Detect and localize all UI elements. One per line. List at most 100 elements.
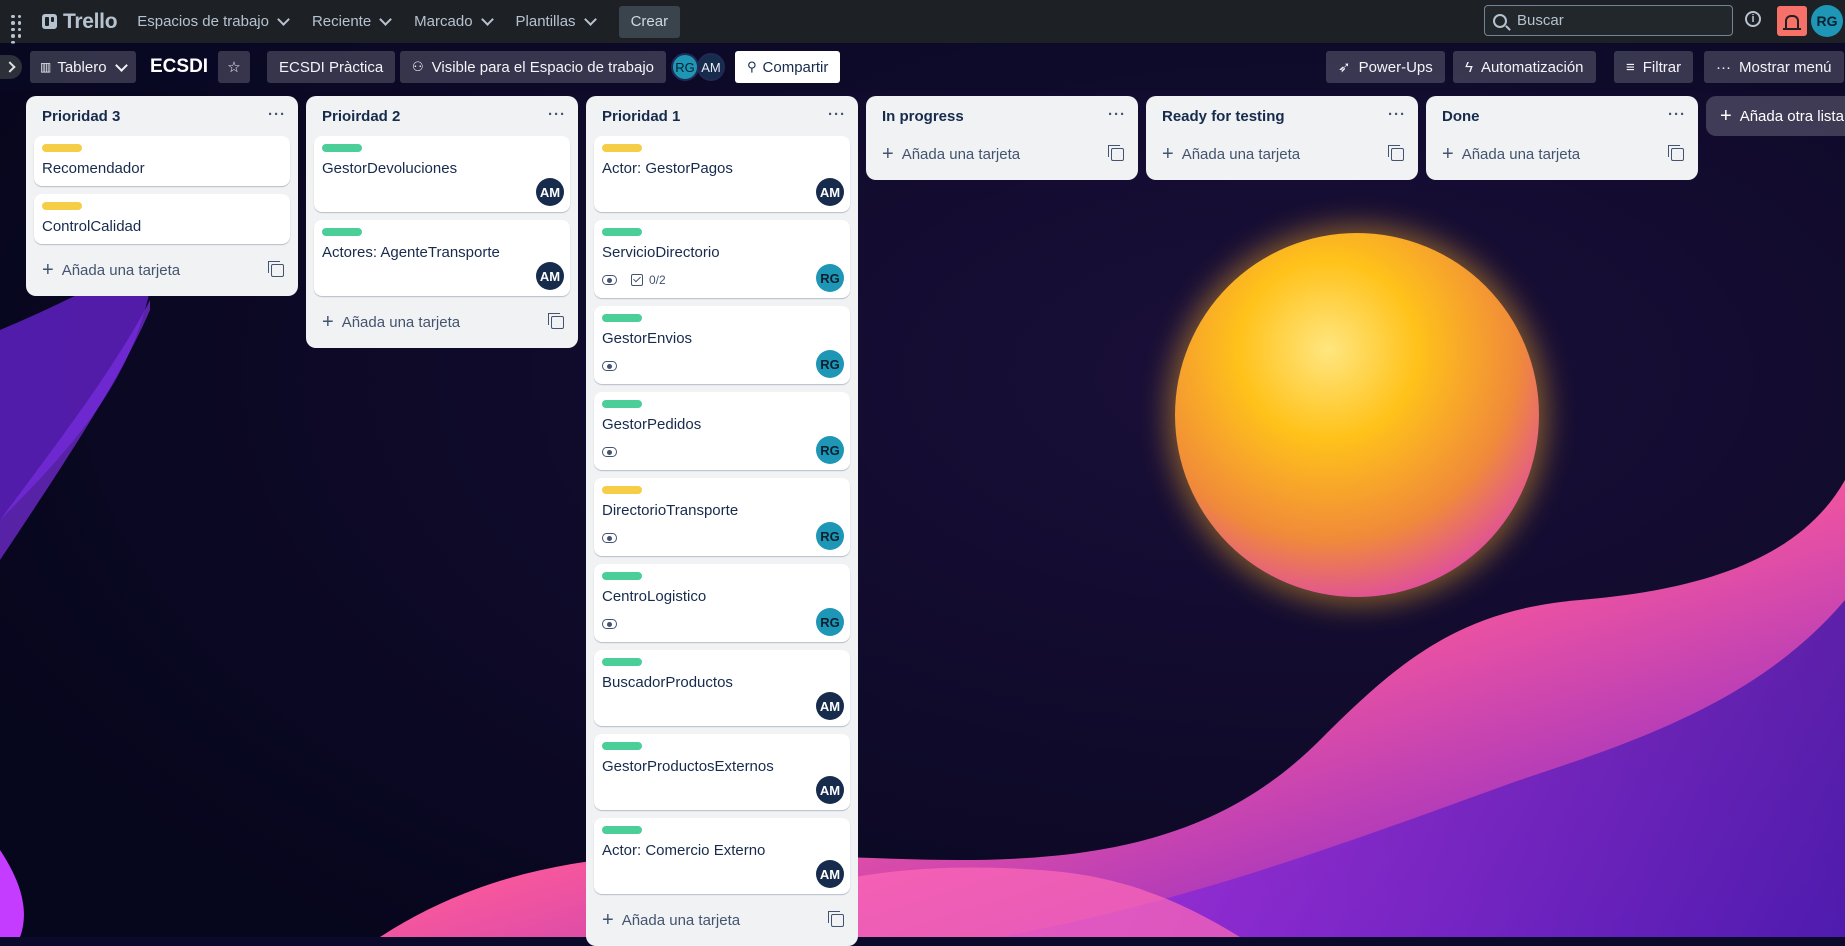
card[interactable]: DirectorioTransporte RG (594, 478, 850, 556)
trello-logo[interactable]: Trello (42, 10, 118, 34)
card[interactable]: Actor: Comercio Externo AM (594, 818, 850, 894)
card-member-avatar[interactable]: AM (816, 860, 844, 888)
list-column: Prioridad 1 ··· Actor: GestorPagos AM Servic… (586, 96, 858, 946)
card-member-avatar[interactable]: AM (536, 262, 564, 290)
add-card-label: Añada una tarjeta (1461, 145, 1581, 163)
add-card-button[interactable]: + Añada una tarjeta (586, 902, 858, 938)
member-avatar-am[interactable]: AM (697, 53, 725, 81)
notifications-button[interactable] (1777, 6, 1807, 36)
power-ups-button[interactable]: ➶ Power-Ups (1326, 51, 1445, 83)
card-template-icon[interactable] (1668, 145, 1684, 161)
workspace-button[interactable]: ECSDI Pràctica (267, 51, 396, 83)
card-member-avatar[interactable]: RG (816, 436, 844, 464)
add-card-label: Añada una tarjeta (621, 911, 741, 929)
card-label-green[interactable] (602, 228, 642, 236)
share-button[interactable]: ⚲ Compartir (735, 51, 841, 83)
card[interactable]: ControlCalidad (34, 194, 290, 244)
card-label-green[interactable] (602, 400, 642, 408)
card-title: Actores: AgenteTransporte (322, 244, 500, 261)
add-card-button[interactable]: + Añada una tarjeta (1146, 136, 1418, 172)
templates-menu[interactable]: Plantillas (506, 6, 605, 38)
card-title: GestorDevoluciones (322, 160, 458, 177)
recent-menu[interactable]: Reciente (302, 6, 400, 38)
chevron-down-icon (114, 58, 128, 72)
board-view-label: Tablero (57, 58, 107, 76)
card-member-avatar[interactable]: AM (816, 178, 844, 206)
card-label-green[interactable] (322, 144, 362, 152)
list-header[interactable]: In progress ··· (866, 96, 1138, 136)
card-template-icon[interactable] (1388, 145, 1404, 161)
list-actions-icon[interactable]: ··· (548, 106, 566, 123)
card-title: BuscadorProductos (602, 674, 733, 691)
card[interactable]: ServicioDirectorio 0/2 RG (594, 220, 850, 298)
automation-button[interactable]: ϟ Automatización (1453, 51, 1596, 83)
starred-label: Marcado (414, 13, 473, 30)
list-header[interactable]: Prioridad 1 ··· (586, 96, 858, 136)
card-label-green[interactable] (602, 658, 642, 666)
add-card-button[interactable]: + Añada una tarjeta (866, 136, 1138, 172)
card-label-green[interactable] (322, 228, 362, 236)
card-template-icon[interactable] (828, 911, 844, 927)
plus-icon: + (42, 259, 54, 281)
card-label-yellow[interactable] (42, 144, 82, 152)
add-card-label: Añada una tarjeta (61, 261, 181, 279)
member-avatar-rg[interactable]: RG (671, 53, 699, 81)
card-member-avatar[interactable]: AM (816, 776, 844, 804)
card-member-avatar[interactable]: RG (816, 264, 844, 292)
card-member-avatar[interactable]: RG (816, 608, 844, 636)
plus-icon: + (1720, 105, 1732, 127)
card-label-green[interactable] (602, 314, 642, 322)
list-header[interactable]: Done ··· (1426, 96, 1698, 136)
visibility-button[interactable]: ⚇ Visible para el Espacio de trabajo (400, 51, 667, 83)
list-actions-icon[interactable]: ··· (828, 106, 846, 123)
card-label-yellow[interactable] (602, 144, 642, 152)
list-actions-icon[interactable]: ··· (1108, 106, 1126, 123)
search-box[interactable] (1484, 5, 1733, 36)
card[interactable]: CentroLogistico RG (594, 564, 850, 642)
list-header[interactable]: Ready for testing ··· (1146, 96, 1418, 136)
card-member-avatar[interactable]: AM (816, 692, 844, 720)
card[interactable]: GestorEnvios RG (594, 306, 850, 384)
card-label-green[interactable] (602, 826, 642, 834)
list-actions-icon[interactable]: ··· (268, 106, 286, 123)
create-button[interactable]: Crear (618, 5, 681, 38)
card[interactable]: GestorProductosExternos AM (594, 734, 850, 810)
info-icon[interactable]: i (1745, 11, 1761, 27)
app-switcher-icon[interactable] (8, 12, 28, 44)
add-card-button[interactable]: + Añada una tarjeta (306, 304, 578, 340)
list-header[interactable]: Prioirdad 2 ··· (306, 96, 578, 136)
card[interactable]: GestorPedidos RG (594, 392, 850, 470)
card-label-yellow[interactable] (602, 486, 642, 494)
add-card-button[interactable]: + Añada una tarjeta (26, 252, 298, 288)
board-view-switcher[interactable]: ▥ Tablero (30, 51, 136, 83)
card-title: Actor: GestorPagos (602, 160, 733, 177)
star-board-button[interactable]: ☆ (218, 51, 250, 83)
list-actions-icon[interactable]: ··· (1668, 106, 1686, 123)
card[interactable]: Actor: GestorPagos AM (594, 136, 850, 212)
card[interactable]: GestorDevoluciones AM (314, 136, 570, 212)
card-member-avatar[interactable]: AM (536, 178, 564, 206)
add-list-button[interactable]: + Añada otra lista (1706, 96, 1845, 136)
card-template-icon[interactable] (1108, 145, 1124, 161)
card-member-avatar[interactable]: RG (816, 350, 844, 378)
card-label-yellow[interactable] (42, 202, 82, 210)
workspaces-menu[interactable]: Espacios de trabajo (127, 6, 298, 38)
list-actions-icon[interactable]: ··· (1388, 106, 1406, 123)
account-avatar[interactable]: RG (1811, 5, 1843, 37)
card-template-icon[interactable] (268, 261, 284, 277)
search-input[interactable] (1515, 11, 1719, 30)
filter-button[interactable]: ≡ Filtrar (1614, 51, 1694, 83)
card-label-green[interactable] (602, 742, 642, 750)
list-header[interactable]: Prioridad 3 ··· (26, 96, 298, 136)
card-template-icon[interactable] (548, 313, 564, 329)
card-label-green[interactable] (602, 572, 642, 580)
card[interactable]: Recomendador (34, 136, 290, 186)
add-card-button[interactable]: + Añada una tarjeta (1426, 136, 1698, 172)
card-member-avatar[interactable]: RG (816, 522, 844, 550)
starred-menu[interactable]: Marcado (404, 6, 501, 38)
board-title[interactable]: ECSDI (150, 53, 208, 81)
sidebar-expand-button[interactable] (0, 55, 22, 79)
card[interactable]: Actores: AgenteTransporte AM (314, 220, 570, 296)
show-menu-button[interactable]: ··· Mostrar menú (1704, 51, 1844, 83)
card[interactable]: BuscadorProductos AM (594, 650, 850, 726)
